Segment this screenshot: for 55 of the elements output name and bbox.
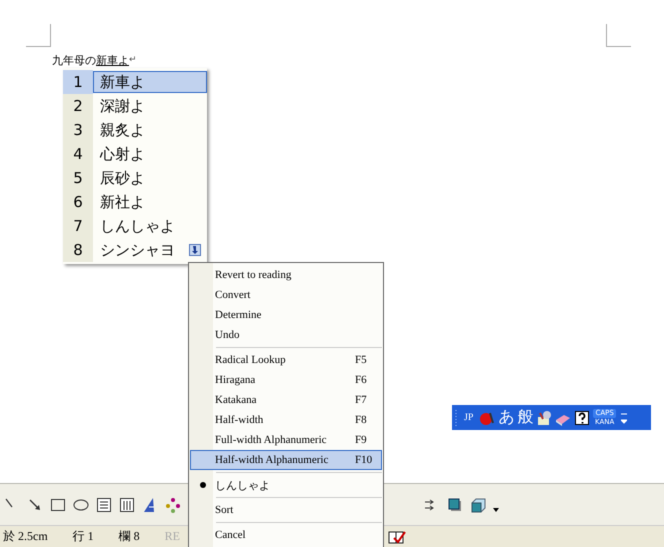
menu-item[interactable]: Undo — [190, 325, 382, 345]
candidate-item[interactable]: 新車よ — [93, 71, 207, 93]
bullet-icon — [200, 482, 206, 488]
candidate-number: 7 — [63, 214, 93, 238]
input-mode-button[interactable]: あ — [498, 407, 514, 428]
candidate-number: 8 — [63, 238, 93, 262]
margin-corner-mark — [606, 24, 631, 47]
text-box-icon[interactable] — [96, 496, 112, 512]
margin-corner-mark — [26, 24, 51, 47]
candidate-item[interactable]: 新社よ — [93, 191, 207, 213]
candidate-item[interactable]: しんしゃよ — [93, 215, 207, 237]
menu-item[interactable]: しんしゃよ — [190, 475, 382, 495]
help-icon[interactable] — [574, 410, 590, 426]
caret-icon[interactable] — [493, 508, 499, 512]
menu-item[interactable]: Half-width Alphanumeric F10 — [190, 450, 382, 470]
candidate-item[interactable]: 親炙よ — [93, 119, 207, 141]
candidate-item[interactable]: 辰砂よ — [93, 167, 207, 189]
candidate-number: 3 — [63, 118, 93, 142]
candidate-number: 4 — [63, 142, 93, 166]
status-record: RE — [164, 529, 180, 544]
composition-text: 新車よ — [96, 52, 129, 68]
candidate-number: 2 — [63, 94, 93, 118]
menu-item[interactable]: Half-width F8 — [190, 410, 382, 430]
candidate-item[interactable]: 心射よ — [93, 143, 207, 165]
options-icon[interactable] — [620, 410, 627, 424]
conversion-mode-button[interactable]: 般 — [517, 407, 534, 428]
menu-item[interactable]: Katakana F7 — [190, 390, 382, 410]
menu-item[interactable]: Full-width Alphanumeric F9 — [190, 430, 382, 450]
status-line: 行 1 — [72, 528, 94, 545]
diagram-icon[interactable] — [165, 496, 181, 512]
paragraph-text: 九年母の — [52, 52, 96, 68]
menu-item[interactable]: Convert — [190, 285, 382, 305]
menu-item[interactable]: Determine — [190, 305, 382, 325]
grip-icon[interactable] — [455, 408, 458, 426]
3d-cube-icon[interactable] — [470, 496, 486, 512]
language-indicator[interactable]: JP — [464, 412, 474, 423]
vertical-text-box-icon[interactable] — [119, 496, 135, 512]
candidate-item[interactable]: 深謝よ — [93, 95, 207, 117]
paragraph-mark-icon: ↵ — [129, 55, 137, 65]
candidate-number: 1 — [63, 70, 93, 94]
menu-item[interactable]: Cancel — [190, 525, 382, 545]
candidate-number: 6 — [63, 190, 93, 214]
expand-arrow-icon[interactable] — [189, 244, 201, 256]
menu-item[interactable]: Hiragana F6 — [190, 370, 382, 390]
oval-icon[interactable] — [73, 496, 89, 512]
spelling-check-icon[interactable] — [388, 530, 406, 544]
candidate-item[interactable]: シンシャヨ — [93, 239, 207, 261]
menu-item[interactable]: Radical Lookup F5 — [190, 350, 382, 370]
status-position: 於 2.5cm — [3, 528, 48, 545]
status-column: 欄 8 — [118, 528, 140, 545]
candidate-number: 5 — [63, 166, 93, 190]
shadow-icon[interactable] — [447, 496, 463, 512]
menu-item[interactable]: Sort — [190, 500, 382, 520]
menu-item[interactable]: Revert to reading — [190, 265, 382, 285]
rectangle-icon[interactable] — [50, 496, 66, 512]
